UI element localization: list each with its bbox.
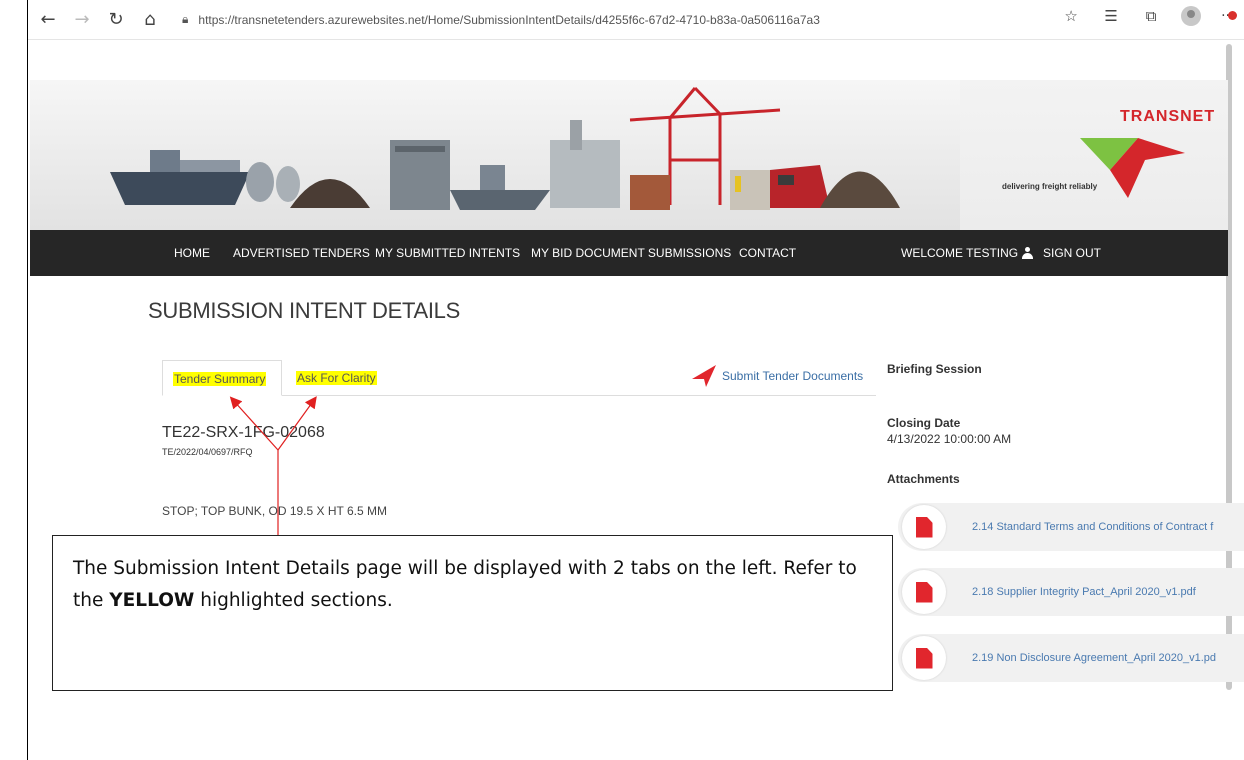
pdf-icon (915, 647, 933, 669)
lock-icon: 🔒︎ (182, 12, 189, 26)
pdf-icon (915, 516, 933, 538)
add-favorite-icon[interactable]: ☆ (1061, 7, 1081, 25)
address-bar[interactable]: 🔒︎ https://transnetetenders.azurewebsite… (182, 6, 872, 34)
annotation-bold: YELLOW (109, 590, 195, 611)
tab-label-ask-for-clarity: Ask For Clarity (296, 371, 377, 385)
tab-tender-summary[interactable]: Tender Summary (162, 360, 282, 396)
nav-home[interactable]: HOME (174, 230, 210, 276)
annotation-text-part: highlighted sections. (194, 590, 393, 611)
nav-sign-out[interactable]: SIGN OUT (1043, 230, 1101, 276)
attachment-item[interactable]: 2.19 Non Disclosure Agreement_April 2020… (898, 634, 1244, 682)
tender-description: STOP; TOP BUNK, OD 19.5 X HT 6.5 MM (162, 504, 387, 518)
pdf-icon (915, 581, 933, 603)
tender-number: TE22-SRX-1FG-02068 (162, 424, 325, 441)
attachment-link[interactable]: 2.19 Non Disclosure Agreement_April 2020… (972, 652, 1216, 664)
nav-advertised-tenders[interactable]: ADVERTISED TENDERS (233, 230, 370, 276)
pdf-icon-wrapper (902, 505, 946, 549)
nav-my-bid-document-submissions[interactable]: MY BID DOCUMENT SUBMISSIONS (531, 230, 731, 276)
refresh-icon[interactable]: ↻ (102, 6, 130, 34)
notification-dot (1228, 11, 1237, 20)
attachment-link[interactable]: 2.18 Supplier Integrity Pact_April 2020_… (972, 586, 1196, 598)
pdf-icon-wrapper (902, 636, 946, 680)
address-url: https://transnetetenders.azurewebsites.n… (198, 12, 820, 27)
annotation-text: The Submission Intent Details page will … (73, 553, 872, 617)
welcome-text: WELCOME TESTING (901, 246, 1019, 260)
briefing-session-label: Briefing Session (887, 362, 982, 376)
profile-avatar[interactable] (1181, 6, 1202, 26)
closing-date-label: Closing Date (887, 416, 961, 430)
tender-reference: TE/2022/04/0697/RFQ (162, 447, 253, 457)
browser-toolbar: ← → ↻ ⌂ 🔒︎ https://transnetetenders.azur… (28, 0, 1244, 40)
more-options-icon[interactable]: ·· (1221, 8, 1237, 24)
send-arrow-icon (692, 365, 716, 387)
main-navigation: HOME ADVERTISED TENDERS MY SUBMITTED INT… (30, 230, 1228, 276)
nav-contact[interactable]: CONTACT (739, 230, 796, 276)
hero-banner: TRANSNET delivering freight reliably (30, 80, 1228, 230)
home-icon[interactable]: ⌂ (136, 6, 164, 34)
forward-icon[interactable]: → (68, 6, 96, 34)
transnet-logo[interactable]: TRANSNET delivering freight reliably (960, 98, 1228, 208)
submit-tender-documents-link[interactable]: Submit Tender Documents (692, 365, 863, 387)
attachment-item[interactable]: 2.18 Supplier Integrity Pact_April 2020_… (898, 568, 1244, 616)
logo-tagline: delivering freight reliably (1002, 182, 1098, 191)
frame-border (27, 0, 28, 760)
user-icon (1022, 247, 1034, 259)
closing-date-value: 4/13/2022 10:00:00 AM (887, 432, 1012, 446)
submit-link-label: Submit Tender Documents (722, 369, 864, 383)
nav-my-submitted-intents[interactable]: MY SUBMITTED INTENTS (375, 230, 520, 276)
logo-wordmark: TRANSNET (1120, 108, 1216, 125)
pdf-icon-wrapper (902, 570, 946, 614)
attachment-item[interactable]: 2.14 Standard Terms and Conditions of Co… (898, 503, 1244, 551)
page-title: SUBMISSION INTENT DETAILS (148, 298, 460, 323)
nav-welcome-user[interactable]: WELCOME TESTING (901, 230, 1034, 276)
collections-icon[interactable]: ⧉ (1141, 7, 1161, 25)
freight-collage-illustration (30, 80, 960, 230)
tab-ask-for-clarity[interactable]: Ask For Clarity (286, 360, 387, 396)
tab-label-tender-summary: Tender Summary (173, 372, 267, 386)
back-icon[interactable]: ← (34, 6, 62, 34)
attachment-link[interactable]: 2.14 Standard Terms and Conditions of Co… (972, 521, 1213, 533)
attachments-label: Attachments (887, 472, 960, 486)
favorites-icon[interactable]: ☰ (1101, 7, 1121, 25)
annotation-callout: The Submission Intent Details page will … (52, 535, 893, 691)
